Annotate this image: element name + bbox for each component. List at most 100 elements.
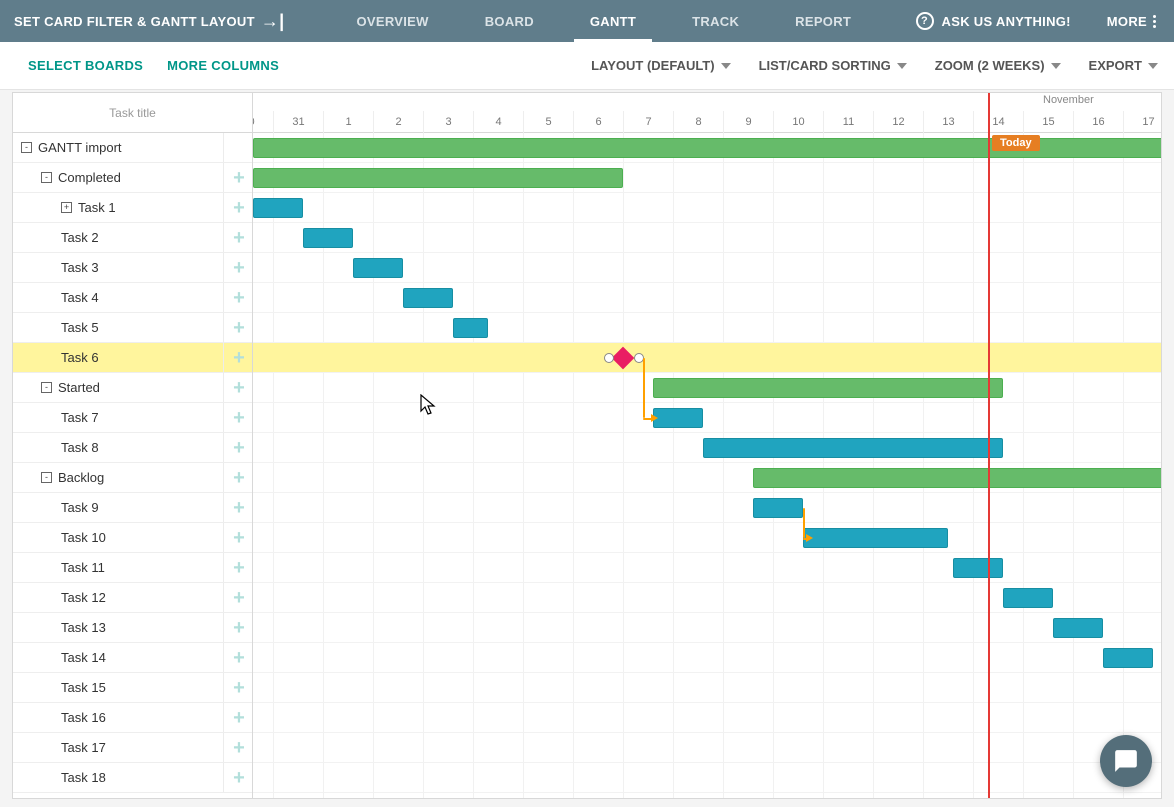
add-task-icon[interactable]: + [230,589,248,607]
day-cell: 3 [423,111,473,133]
add-task-icon[interactable]: + [230,169,248,187]
more-button[interactable]: MORE [1089,14,1174,29]
chart-row [253,223,1161,253]
task-row[interactable]: Task 7+ [13,403,252,433]
tab-overview[interactable]: OVERVIEW [328,0,456,42]
gantt-bar[interactable] [653,378,1003,398]
add-task-icon[interactable]: + [230,199,248,217]
add-task-icon[interactable]: + [230,469,248,487]
day-cell: 16 [1073,111,1123,133]
task-row[interactable]: Task 4+ [13,283,252,313]
task-row[interactable]: Task 10+ [13,523,252,553]
collapse-icon[interactable]: - [41,472,52,483]
chart-row [253,403,1161,433]
add-task-icon[interactable]: + [230,289,248,307]
zoom-dropdown[interactable]: ZOOM (2 WEEKS) [935,58,1061,73]
gantt-chart[interactable]: November 30311234567891011121314151617 T… [253,93,1161,798]
task-row[interactable]: Task 6+ [13,343,252,373]
task-row[interactable]: -Backlog+ [13,463,252,493]
gantt-bar[interactable] [353,258,403,278]
gantt-bar[interactable] [653,408,703,428]
add-task-icon[interactable]: + [230,229,248,247]
more-columns-button[interactable]: MORE COLUMNS [155,58,291,73]
add-task-icon[interactable]: + [230,679,248,697]
day-cell: 14 [973,111,1023,133]
task-row[interactable]: Task 3+ [13,253,252,283]
task-row[interactable]: -Started+ [13,373,252,403]
task-label: Completed [58,170,121,185]
add-task-icon[interactable]: + [230,259,248,277]
task-row[interactable]: Task 18+ [13,763,252,793]
milestone-handle[interactable] [604,353,614,363]
add-task-icon[interactable]: + [230,349,248,367]
add-task-icon[interactable]: + [230,319,248,337]
task-row[interactable]: Task 16 + [13,703,252,733]
task-row[interactable]: Task 14 + [13,643,252,673]
gantt-bar[interactable] [403,288,453,308]
expand-icon[interactable]: + [61,202,72,213]
task-label: Task 17 [61,740,106,755]
task-row[interactable]: -Completed + [13,163,252,193]
day-cell: 6 [573,111,623,133]
gantt-bar[interactable] [1103,648,1153,668]
task-row[interactable]: -GANTT import [13,133,252,163]
gantt-bar[interactable] [803,528,948,548]
gantt-bar[interactable] [953,558,1003,578]
task-row[interactable]: Task 11+ [13,553,252,583]
gantt-bar[interactable] [703,438,1003,458]
task-row[interactable]: +Task 1+ [13,193,252,223]
add-task-icon[interactable]: + [230,379,248,397]
export-dropdown[interactable]: EXPORT [1089,58,1158,73]
gantt-bar[interactable] [1053,618,1103,638]
task-row[interactable]: Task 8+ [13,433,252,463]
gantt-bar[interactable] [253,198,303,218]
task-row[interactable]: Task 2 + [13,223,252,253]
add-task-icon[interactable]: + [230,709,248,727]
task-row[interactable]: Task 13 + [13,613,252,643]
task-label: Task 14 [61,650,106,665]
task-label: Task 16 [61,710,106,725]
chat-launcher-button[interactable] [1100,735,1152,787]
side-header: Task title [13,93,252,133]
today-badge: Today [992,135,1040,151]
add-task-icon[interactable]: + [230,439,248,457]
tab-report[interactable]: REPORT [767,0,879,42]
add-task-icon[interactable]: + [230,409,248,427]
task-label: Task 2 [61,230,99,245]
collapse-icon[interactable]: - [21,142,32,153]
task-row[interactable]: Task 9+ [13,493,252,523]
gantt-grid[interactable]: Today [253,133,1161,798]
select-boards-button[interactable]: SELECT BOARDS [16,58,155,73]
add-task-icon[interactable]: + [230,619,248,637]
add-task-icon[interactable]: + [230,649,248,667]
task-row[interactable]: Task 15+ [13,673,252,703]
gantt-bar[interactable] [253,168,623,188]
task-label: GANTT import [38,140,122,155]
gantt-bar[interactable] [1003,588,1053,608]
collapse-icon[interactable]: - [41,382,52,393]
add-task-icon[interactable]: + [230,499,248,517]
tab-gantt[interactable]: GANTT [562,0,664,42]
ask-us-anything-button[interactable]: ? ASK US ANYTHING! [898,12,1089,30]
add-task-icon[interactable]: + [230,529,248,547]
add-task-icon[interactable]: + [230,739,248,757]
sorting-dropdown[interactable]: LIST/CARD SORTING [759,58,907,73]
tab-board[interactable]: BOARD [457,0,562,42]
gantt-bar[interactable] [453,318,488,338]
task-row[interactable]: Task 17 + [13,733,252,763]
task-label: Task 13 [61,620,106,635]
chart-row [253,703,1161,733]
add-task-icon[interactable]: + [230,769,248,787]
tab-track[interactable]: TRACK [664,0,767,42]
day-cell: 7 [623,111,673,133]
layout-dropdown[interactable]: LAYOUT (DEFAULT) [591,58,731,73]
task-row[interactable]: Task 12+ [13,583,252,613]
add-task-icon[interactable]: + [230,559,248,577]
gantt-bar[interactable] [303,228,353,248]
gantt-bar[interactable] [753,468,1161,488]
gantt-bar[interactable] [753,498,803,518]
task-row[interactable]: Task 5+ [13,313,252,343]
layout-label: LAYOUT (DEFAULT) [591,58,715,73]
collapse-icon[interactable]: - [41,172,52,183]
set-filter-button[interactable]: SET CARD FILTER & GANTT LAYOUT →| [0,11,298,32]
